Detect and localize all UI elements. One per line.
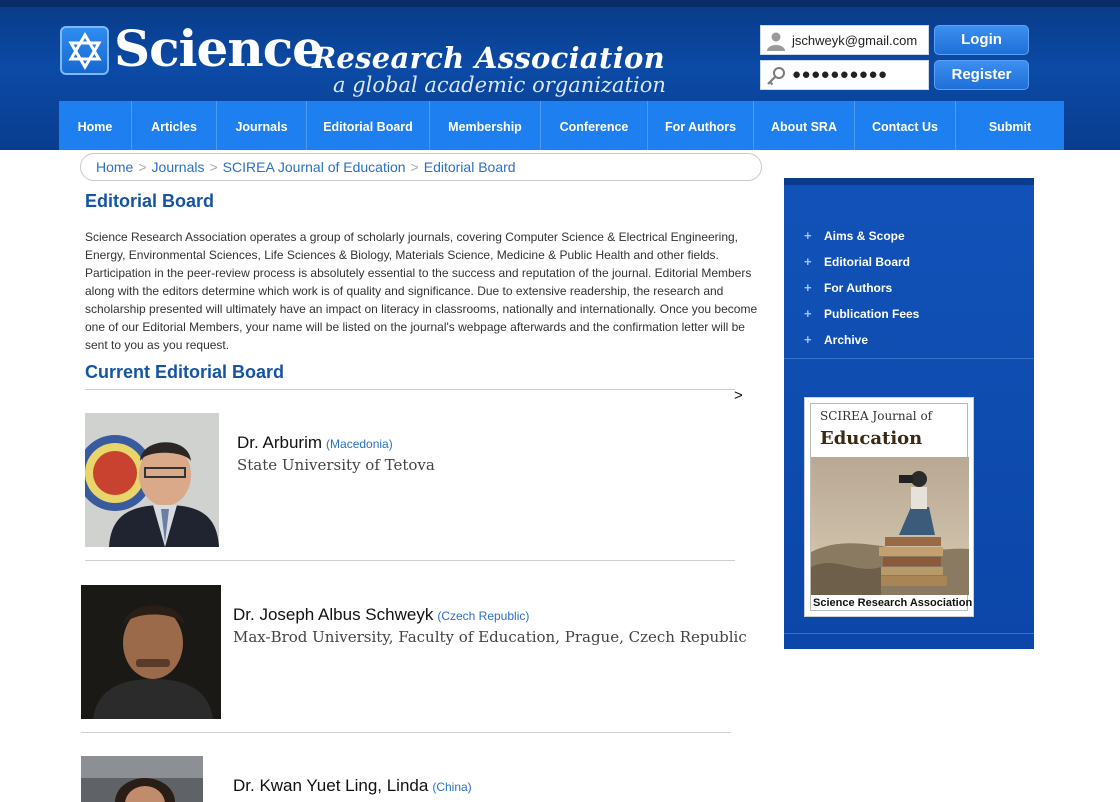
- sidebar-item-label: Aims & Scope: [824, 229, 905, 243]
- header-top-strip: [0, 0, 1120, 7]
- nav-for-authors[interactable]: For Authors: [648, 101, 754, 150]
- star-of-david-icon[interactable]: [60, 26, 109, 75]
- member-divider: [81, 732, 731, 733]
- member-photo[interactable]: [85, 413, 219, 547]
- breadcrumb-journal[interactable]: SCIREA Journal of Education: [223, 159, 406, 175]
- brand-tagline: a global academic organization: [333, 73, 666, 97]
- member-photo[interactable]: [81, 585, 221, 719]
- nav-journals[interactable]: Journals: [217, 101, 307, 150]
- section-title: Current Editorial Board: [85, 362, 285, 382]
- journal-sidebar: + Aims & Scope + Editorial Board + For Auth…: [784, 178, 1034, 649]
- sidebar-item-for-authors[interactable]: + For Authors: [804, 275, 919, 301]
- member-country[interactable]: (China): [432, 780, 471, 794]
- nav-editorial-board[interactable]: Editorial Board: [307, 101, 430, 150]
- scroll-right-arrow[interactable]: >: [734, 387, 743, 404]
- site-header: Science Research Association a global ac…: [0, 0, 1120, 150]
- user-icon: [766, 31, 786, 51]
- member-name: Dr. Kwan Yuet Ling, Linda (China): [233, 776, 472, 796]
- main-navbar: Home Articles Journals Editorial Board M…: [59, 101, 1064, 150]
- plus-icon: +: [804, 280, 812, 295]
- member-country[interactable]: (Macedonia): [326, 437, 393, 451]
- breadcrumb-separator: >: [410, 159, 419, 175]
- member-name: Dr. Joseph Albus Schweyk (Czech Republic): [233, 605, 529, 625]
- cover-title-line2: Education: [820, 428, 923, 449]
- section-divider: [85, 389, 735, 390]
- journal-cover[interactable]: SCIREA Journal of Education Science Rese…: [804, 397, 974, 617]
- nav-articles[interactable]: Articles: [132, 101, 217, 150]
- email-field[interactable]: jschweyk@gmail.com: [760, 25, 929, 55]
- member-name-text: Dr. Joseph Albus Schweyk: [233, 605, 434, 624]
- plus-icon: +: [804, 254, 812, 269]
- sidebar-item-archive[interactable]: + Archive: [804, 327, 919, 353]
- member-photo[interactable]: [81, 756, 203, 802]
- sidebar-item-editorial-board[interactable]: + Editorial Board: [804, 249, 919, 275]
- member-affiliation: Max-Brod University, Faculty of Educatio…: [233, 628, 747, 646]
- sidebar-item-label: Publication Fees: [824, 307, 920, 321]
- page-title: Editorial Board: [85, 191, 215, 211]
- brand-research-association[interactable]: Research Association: [312, 40, 665, 76]
- sidebar-item-label: Archive: [824, 333, 869, 347]
- password-field[interactable]: ●●●●●●●●●●: [760, 60, 929, 90]
- nav-membership[interactable]: Membership: [430, 101, 541, 150]
- plus-icon: +: [804, 228, 812, 243]
- sidebar-item-publication-fees[interactable]: + Publication Fees: [804, 301, 919, 327]
- sidebar-divider: [784, 358, 1034, 359]
- password-value: ●●●●●●●●●●: [792, 66, 888, 83]
- member-divider: [85, 560, 735, 561]
- nav-home[interactable]: Home: [59, 101, 132, 150]
- cover-frame: SCIREA Journal of Education Science Rese…: [810, 403, 972, 611]
- login-button[interactable]: Login: [934, 25, 1029, 55]
- member-affiliation: State University of Tetova: [237, 456, 435, 474]
- plus-icon: +: [804, 332, 812, 347]
- email-value: jschweyk@gmail.com: [792, 33, 918, 48]
- brand-science[interactable]: Science: [114, 20, 324, 78]
- nav-about-sra[interactable]: About SRA: [754, 101, 855, 150]
- nav-conference[interactable]: Conference: [541, 101, 648, 150]
- breadcrumb-journals[interactable]: Journals: [152, 159, 205, 175]
- cover-title-line1: SCIREA Journal of: [820, 409, 933, 423]
- member-name: Dr. Arburim (Macedonia): [237, 433, 393, 453]
- sidebar-menu: + Aims & Scope + Editorial Board + For Auth…: [804, 223, 919, 353]
- sidebar-item-aims-scope[interactable]: + Aims & Scope: [804, 223, 919, 249]
- breadcrumb-separator: >: [209, 159, 218, 175]
- member-name-text: Dr. Kwan Yuet Ling, Linda: [233, 776, 429, 795]
- cover-image: [811, 457, 969, 595]
- plus-icon: +: [804, 306, 812, 321]
- nav-contact-us[interactable]: Contact Us: [855, 101, 956, 150]
- sidebar-item-label: Editorial Board: [824, 255, 911, 269]
- sidebar-item-label: For Authors: [824, 281, 893, 295]
- breadcrumb-home[interactable]: Home: [96, 159, 133, 175]
- register-button[interactable]: Register: [934, 60, 1029, 90]
- breadcrumb-separator: >: [138, 159, 147, 175]
- sidebar-divider: [784, 633, 1034, 634]
- cover-publisher: Science Research Association: [813, 597, 973, 609]
- nav-submit[interactable]: Submit: [956, 101, 1064, 150]
- breadcrumb-editorial-board[interactable]: Editorial Board: [424, 159, 516, 175]
- breadcrumb: Home > Journals > SCIREA Journal of Educatio…: [80, 153, 762, 181]
- member-country[interactable]: (Czech Republic): [437, 609, 529, 623]
- member-name-text: Dr. Arburim: [237, 433, 323, 452]
- intro-paragraph: Science Research Association operates a …: [85, 230, 758, 352]
- key-icon: [766, 66, 786, 86]
